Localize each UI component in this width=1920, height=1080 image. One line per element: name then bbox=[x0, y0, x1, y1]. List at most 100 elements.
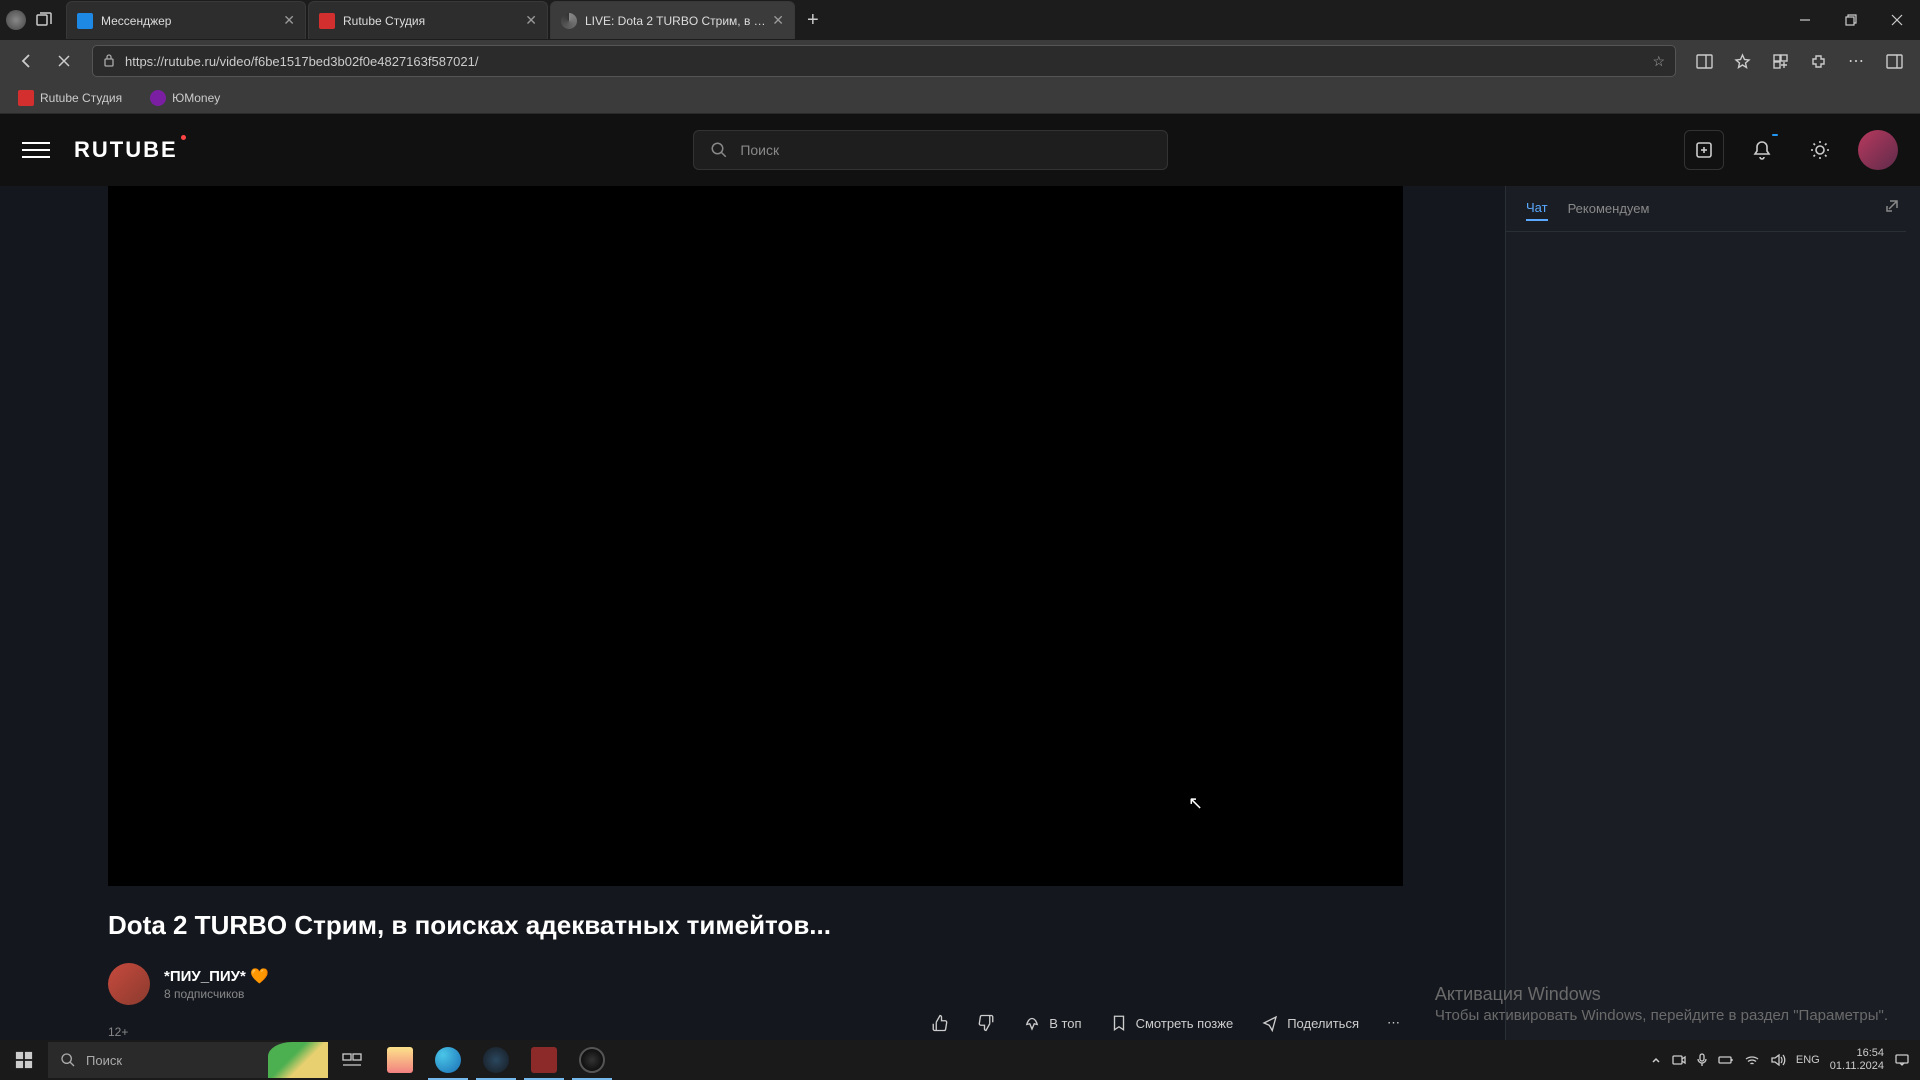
tab-chat[interactable]: Чат bbox=[1526, 196, 1548, 221]
search-icon bbox=[60, 1052, 76, 1068]
bookmark-label: ЮMoney bbox=[172, 91, 220, 105]
new-tab-button[interactable]: + bbox=[797, 9, 829, 32]
menu-icon[interactable]: ⋯ bbox=[1838, 43, 1874, 79]
messenger-icon bbox=[77, 13, 93, 29]
back-button[interactable] bbox=[8, 43, 44, 79]
address-bar[interactable]: https://rutube.ru/video/f6be1517bed3b02f… bbox=[92, 45, 1676, 77]
search-box[interactable] bbox=[693, 130, 1168, 170]
user-avatar[interactable] bbox=[1858, 130, 1898, 170]
site-header: RUTUBE bbox=[0, 114, 1920, 186]
close-icon[interactable]: ✕ bbox=[283, 12, 295, 29]
channel-row: *ПИУ_ПИУ* 🧡 8 подписчиков bbox=[108, 963, 1505, 1005]
share-button[interactable]: Поделиться bbox=[1261, 1014, 1359, 1032]
side-panel: Чат Рекомендуем bbox=[1505, 186, 1920, 1040]
tab-recommend[interactable]: Рекомендуем bbox=[1568, 197, 1650, 220]
tray-notifications-icon[interactable] bbox=[1894, 1053, 1910, 1067]
sidebar-toggle-icon[interactable] bbox=[1876, 43, 1912, 79]
split-screen-icon[interactable] bbox=[1686, 43, 1722, 79]
search-input[interactable] bbox=[740, 142, 1151, 158]
tab-title: LIVE: Dota 2 TURBO Стрим, в по bbox=[585, 14, 766, 28]
tray-mic-icon[interactable] bbox=[1696, 1053, 1708, 1067]
favorite-icon[interactable]: ☆ bbox=[1652, 53, 1665, 70]
action-label: В топ bbox=[1049, 1016, 1081, 1031]
start-button[interactable] bbox=[0, 1040, 48, 1080]
bookmarks-bar: Rutube Студия ЮMoney bbox=[0, 82, 1920, 114]
dota-icon bbox=[531, 1047, 557, 1073]
tab-overview-icon[interactable] bbox=[34, 10, 54, 30]
scrollbar[interactable] bbox=[1906, 188, 1920, 1016]
search-wrap bbox=[202, 130, 1660, 170]
close-icon[interactable]: ✕ bbox=[772, 12, 784, 29]
close-icon[interactable]: ✕ bbox=[525, 12, 537, 29]
notifications-button[interactable] bbox=[1742, 130, 1782, 170]
tab-messenger[interactable]: Мессенджер ✕ bbox=[66, 1, 306, 39]
tray-volume-icon[interactable] bbox=[1770, 1053, 1786, 1067]
bookmark-label: Rutube Студия bbox=[40, 91, 122, 105]
steam-icon bbox=[483, 1047, 509, 1073]
taskbar: Поиск ENG 16:54 01.11.2024 bbox=[0, 1040, 1920, 1080]
lock-icon[interactable] bbox=[103, 53, 115, 70]
system-tray: ENG 16:54 01.11.2024 bbox=[1650, 1047, 1920, 1073]
video-title: Dota 2 TURBO Стрим, в поисках адекватных… bbox=[108, 910, 1505, 941]
tray-lang[interactable]: ENG bbox=[1796, 1054, 1820, 1066]
tray-battery-icon[interactable] bbox=[1718, 1054, 1734, 1066]
edge-icon bbox=[435, 1047, 461, 1073]
notif-badge bbox=[1772, 134, 1778, 136]
browser-toolbar: https://rutube.ru/video/f6be1517bed3b02f… bbox=[0, 40, 1920, 82]
task-view-button[interactable] bbox=[328, 1040, 376, 1080]
theme-toggle[interactable] bbox=[1800, 130, 1840, 170]
yoomoney-icon bbox=[150, 90, 166, 106]
browser-profile-icon[interactable] bbox=[6, 10, 26, 30]
action-label: Смотреть позже bbox=[1136, 1016, 1234, 1031]
tab-rutube-live[interactable]: LIVE: Dota 2 TURBO Стрим, в по ✕ bbox=[550, 1, 795, 39]
tab-title: Мессенджер bbox=[101, 14, 277, 28]
action-label: Поделиться bbox=[1287, 1016, 1359, 1031]
like-button[interactable] bbox=[931, 1014, 949, 1032]
taskbar-explorer[interactable] bbox=[376, 1040, 424, 1080]
obs-icon bbox=[579, 1047, 605, 1073]
collections-icon[interactable] bbox=[1762, 43, 1798, 79]
taskbar-dota[interactable] bbox=[520, 1040, 568, 1080]
tab-title: Rutube Студия bbox=[343, 14, 519, 28]
rutube-logo[interactable]: RUTUBE bbox=[74, 137, 178, 163]
channel-subs: 8 подписчиков bbox=[164, 987, 269, 1001]
watch-later-button[interactable]: Смотреть позже bbox=[1110, 1014, 1234, 1032]
channel-name[interactable]: *ПИУ_ПИУ* 🧡 bbox=[164, 967, 269, 985]
tray-wifi-icon[interactable] bbox=[1744, 1054, 1760, 1066]
content: ↖ Dota 2 TURBO Стрим, в поисках адекватн… bbox=[0, 186, 1920, 1040]
video-player[interactable]: ↖ bbox=[108, 186, 1403, 886]
upload-button[interactable] bbox=[1684, 130, 1724, 170]
extensions-icon[interactable] bbox=[1800, 43, 1836, 79]
taskbar-search[interactable]: Поиск bbox=[48, 1042, 328, 1078]
tab-rutube-studio[interactable]: Rutube Студия ✕ bbox=[308, 1, 548, 39]
window-controls bbox=[1782, 0, 1920, 40]
video-actions: В топ Смотреть позже Поделиться ⋯ bbox=[931, 1014, 1400, 1032]
tray-chevron-icon[interactable] bbox=[1650, 1054, 1662, 1066]
close-window-button[interactable] bbox=[1874, 0, 1920, 40]
toolbar-right: ⋯ bbox=[1686, 43, 1912, 79]
more-button[interactable]: ⋯ bbox=[1387, 1015, 1400, 1031]
taskbar-steam[interactable] bbox=[472, 1040, 520, 1080]
menu-button[interactable] bbox=[22, 136, 50, 164]
search-illustration bbox=[268, 1042, 328, 1078]
rutube-icon bbox=[319, 13, 335, 29]
clock-time: 16:54 bbox=[1830, 1047, 1884, 1060]
minimize-button[interactable] bbox=[1782, 0, 1828, 40]
taskbar-obs[interactable] bbox=[568, 1040, 616, 1080]
bookmark-rutube-studio[interactable]: Rutube Студия bbox=[12, 86, 128, 110]
tray-clock[interactable]: 16:54 01.11.2024 bbox=[1830, 1047, 1884, 1073]
rutube-icon bbox=[18, 90, 34, 106]
channel-info: *ПИУ_ПИУ* 🧡 8 подписчиков bbox=[164, 967, 269, 1001]
url-text: https://rutube.ru/video/f6be1517bed3b02f… bbox=[125, 54, 1652, 69]
top-button[interactable]: В топ bbox=[1023, 1014, 1081, 1032]
dislike-button[interactable] bbox=[977, 1014, 995, 1032]
popout-icon[interactable] bbox=[1884, 198, 1900, 219]
taskbar-edge[interactable] bbox=[424, 1040, 472, 1080]
channel-avatar[interactable] bbox=[108, 963, 150, 1005]
bookmark-yoomoney[interactable]: ЮMoney bbox=[144, 86, 226, 110]
maximize-button[interactable] bbox=[1828, 0, 1874, 40]
reload-button[interactable] bbox=[46, 43, 82, 79]
search-placeholder: Поиск bbox=[86, 1053, 122, 1068]
tray-meet-now-icon[interactable] bbox=[1672, 1053, 1686, 1067]
favorites-icon[interactable] bbox=[1724, 43, 1760, 79]
